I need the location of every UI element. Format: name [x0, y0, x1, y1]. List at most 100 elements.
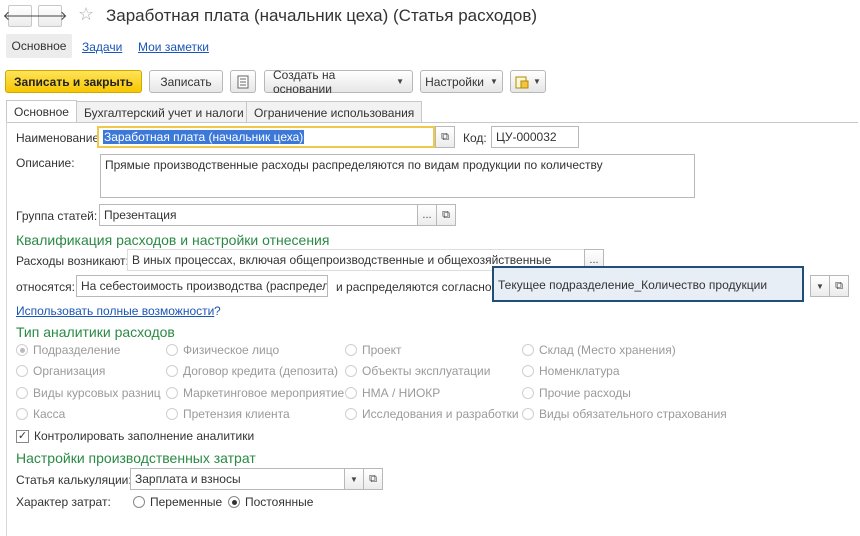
analytics-option[interactable]: Физическое лицо	[166, 343, 279, 357]
back-button[interactable]: 🡐	[3, 5, 37, 27]
chevron-down-icon: ▼	[489, 77, 498, 86]
analytics-option-label: Виды курсовых разниц	[33, 386, 161, 400]
analytics-option-label: Претензия клиента	[183, 407, 290, 421]
assign-input[interactable]: На себестоимость производства (распредел…	[76, 275, 328, 297]
group-open-button[interactable]: ⧉	[436, 204, 456, 226]
analytics-option[interactable]: Склад (Место хранения)	[522, 343, 676, 357]
cost-option-label: Постоянные	[245, 495, 314, 509]
calc-input[interactable]: Зарплата и взносы	[130, 468, 345, 490]
calc-open-button[interactable]: ⧉	[363, 468, 383, 490]
analytics-option[interactable]: Объекты эксплуатации	[345, 364, 490, 378]
analytics-option[interactable]: Номенклатура	[522, 364, 620, 378]
settings-button[interactable]: Настройки ▼	[420, 70, 503, 93]
tab-restrictions[interactable]: Ограничение использования	[246, 101, 423, 123]
open-window-icon: ⧉	[442, 208, 450, 221]
star-icon[interactable]: ☆	[78, 4, 94, 25]
analytics-option-label: Организация	[33, 364, 106, 378]
chevron-down-icon: ▼	[816, 281, 824, 291]
analytics-option[interactable]: Договор кредита (депозита)	[166, 364, 338, 378]
report-icon	[515, 76, 529, 88]
analytics-option[interactable]: НМА / НИОКР	[345, 386, 440, 400]
code-input[interactable]: ЦУ-000032	[491, 126, 579, 148]
analytics-option[interactable]: Виды обязательного страхования	[522, 407, 727, 421]
radio-icon	[16, 387, 28, 399]
report-button[interactable]: ▼	[510, 70, 546, 93]
save-and-close-button[interactable]: Записать и закрыть	[5, 70, 142, 93]
radio-icon	[522, 344, 534, 356]
radio-icon	[345, 387, 357, 399]
cost-nature-label: Характер затрат:	[16, 495, 111, 509]
radio-icon	[345, 365, 357, 377]
chevron-down-icon: ▼	[533, 77, 541, 86]
tab-divider	[6, 122, 858, 123]
tab-accounting[interactable]: Бухгалтерский учет и налоги	[76, 101, 252, 123]
radio-icon	[166, 344, 178, 356]
analytics-option[interactable]: Исследования и разработки	[345, 407, 519, 421]
description-textarea[interactable]: Прямые производственные расходы распреде…	[100, 154, 695, 198]
analytics-option[interactable]: Касса	[16, 407, 65, 421]
document-list-icon	[237, 75, 249, 88]
tab-main[interactable]: Основное	[6, 100, 77, 123]
checkmark-icon: ✓	[16, 429, 29, 443]
name-open-button[interactable]: ⧉	[435, 126, 455, 148]
analytics-option[interactable]: Организация	[16, 364, 105, 378]
group-label: Группа статей:	[16, 209, 98, 223]
window-title: Заработная плата (начальник цеха) (Стать…	[106, 6, 538, 25]
radio-icon	[166, 365, 178, 377]
forward-button[interactable]: 🡒	[33, 5, 67, 27]
analytics-option[interactable]: Маркетинговое мероприятие	[166, 386, 344, 400]
analytics-option-label: Номенклатура	[539, 364, 620, 378]
name-value: Заработная плата (начальник цеха)	[103, 130, 305, 144]
group-select-button[interactable]: ...	[417, 204, 437, 226]
arrow-right-icon: 🡒	[32, 8, 68, 23]
distribute-open-button[interactable]: ⧉	[829, 275, 849, 297]
radio-icon	[166, 408, 178, 420]
radio-icon	[522, 387, 534, 399]
calc-label: Статья калькуляции:	[16, 473, 132, 487]
analytics-option-label: Подразделение	[33, 343, 121, 357]
group-input[interactable]: Презентация	[99, 204, 418, 226]
radio-icon	[228, 496, 240, 508]
analytics-option-label: Склад (Место хранения)	[539, 343, 676, 357]
help-link[interactable]: ?	[214, 304, 221, 318]
calc-dropdown-button[interactable]: ▼	[344, 468, 364, 490]
cost-option-fixed[interactable]: Постоянные	[228, 495, 313, 509]
analytics-option-label: Касса	[33, 407, 66, 421]
assign-label: относятся:	[16, 280, 75, 294]
analytics-option[interactable]: Подразделение	[16, 343, 120, 357]
description-label: Описание:	[16, 156, 75, 170]
settings-label: Настройки	[425, 74, 484, 89]
analytics-option-label: Проект	[362, 343, 402, 357]
name-input[interactable]: Заработная плата (начальник цеха)	[97, 126, 435, 148]
open-window-icon: ⧉	[835, 279, 843, 292]
name-label: Наименование:	[16, 131, 103, 145]
analytics-option[interactable]: Прочие расходы	[522, 386, 631, 400]
save-button[interactable]: Записать	[149, 70, 223, 93]
radio-icon	[166, 387, 178, 399]
form-tab-notes[interactable]: Мои заметки	[138, 40, 209, 54]
analytics-option[interactable]: Проект	[345, 343, 402, 357]
create-based-on-button[interactable]: Создать на основании ▼	[264, 68, 413, 96]
analytics-option-label: Маркетинговое мероприятие	[183, 386, 345, 400]
control-analytics-checkbox[interactable]: ✓ Контролировать заполнение аналитики	[16, 429, 254, 443]
analytics-option[interactable]: Претензия клиента	[166, 407, 290, 421]
cost-option-label: Переменные	[150, 495, 223, 509]
list-button[interactable]	[230, 70, 256, 93]
analytics-option-label: Исследования и разработки	[362, 407, 519, 421]
cost-option-variable[interactable]: Переменные	[133, 495, 222, 509]
analytics-section-title: Тип аналитики расходов	[16, 324, 175, 340]
radio-icon	[522, 408, 534, 420]
analytics-option-label: Виды обязательного страхования	[539, 407, 727, 421]
distribute-input[interactable]: Текущее подразделение_Количество продукц…	[492, 266, 804, 302]
form-tab-main[interactable]: Основное	[6, 34, 72, 58]
radio-icon	[133, 496, 145, 508]
radio-icon	[522, 365, 534, 377]
analytics-option[interactable]: Виды курсовых разниц	[16, 386, 161, 400]
distribute-value: Текущее подразделение_Количество продукц…	[498, 278, 768, 292]
form-tab-tasks[interactable]: Задачи	[82, 40, 122, 54]
full-features-link[interactable]: Использовать полные возможности	[16, 304, 214, 318]
distribute-dropdown-button[interactable]: ▼	[810, 275, 830, 297]
control-analytics-label: Контролировать заполнение аналитики	[34, 429, 255, 443]
qualification-section-title: Квалификация расходов и настройки отнесе…	[16, 232, 330, 248]
open-window-icon: ⧉	[369, 472, 377, 485]
